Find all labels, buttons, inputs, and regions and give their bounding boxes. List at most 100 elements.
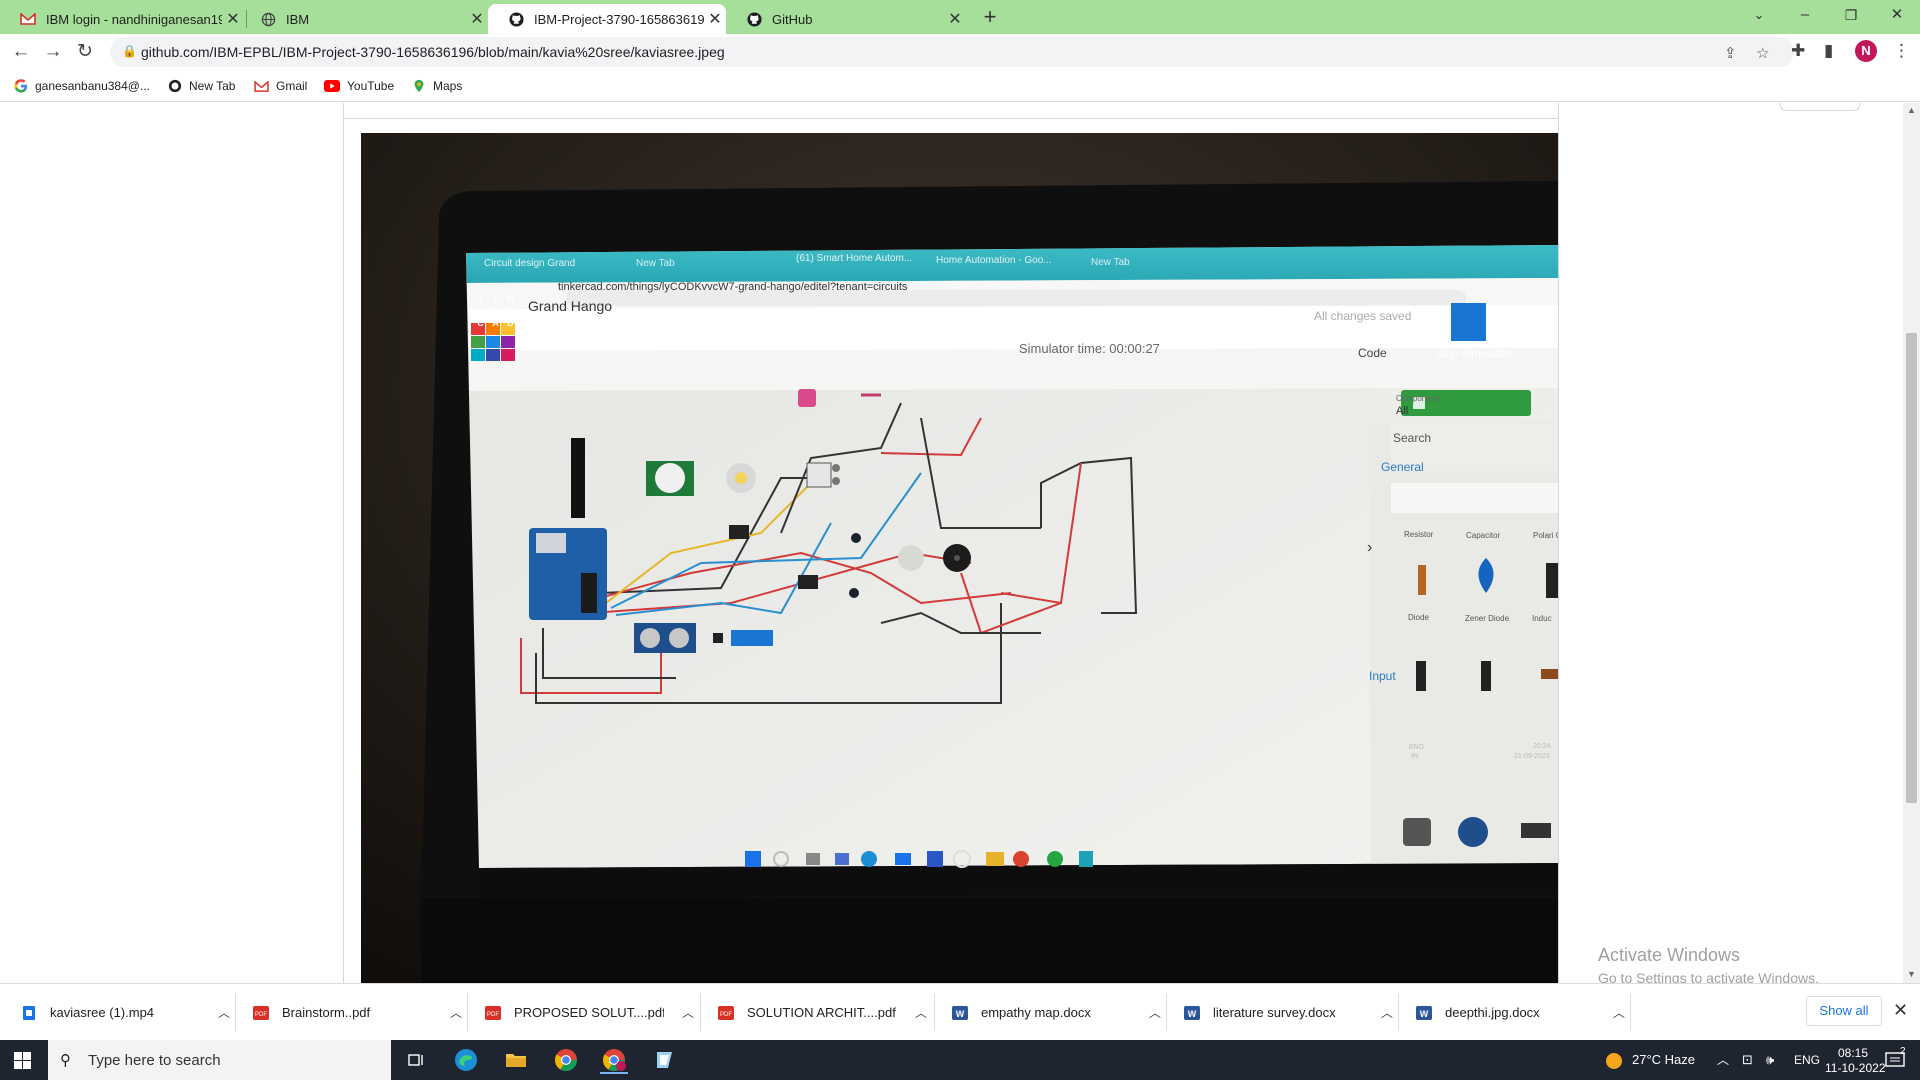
- task-view-icon[interactable]: [402, 1046, 430, 1074]
- show-all-button[interactable]: Show all: [1806, 996, 1882, 1026]
- close-icon[interactable]: ✕: [466, 9, 488, 29]
- bookmark-star-icon[interactable]: ☆: [1756, 44, 1769, 62]
- network-icon[interactable]: ⊡: [1742, 1040, 1753, 1080]
- taskbar-search[interactable]: ⚲ Type here to search: [48, 1040, 391, 1080]
- globe-icon: [260, 11, 276, 27]
- pdf-file-icon: PDF: [717, 1004, 735, 1022]
- minimize-button[interactable]: –: [1782, 0, 1828, 32]
- project-name: Grand Hango: [528, 298, 613, 314]
- lock-icon: 🔒: [122, 44, 137, 58]
- download-item[interactable]: PDF SOLUTION ARCHIT....pdf ︿: [697, 984, 927, 1041]
- download-item[interactable]: W literature survey.docx ︿: [1163, 984, 1393, 1041]
- chrome-profile-icon[interactable]: [600, 1046, 628, 1074]
- bookmark-label: ganesanbanu384@...: [35, 79, 150, 93]
- download-item[interactable]: PDF Brainstorm..pdf ︿: [232, 984, 462, 1041]
- scrollbar-thumb[interactable]: [1906, 333, 1917, 803]
- chevron-up-icon[interactable]: ︿: [218, 1004, 230, 1021]
- chevron-up-icon[interactable]: ︿: [1149, 1004, 1161, 1021]
- tab-title: GitHub: [772, 11, 813, 27]
- scroll-up-icon[interactable]: ▲: [1904, 105, 1919, 115]
- bookmark-item[interactable]: New Tab: [168, 76, 235, 96]
- chevron-right-icon: ›: [1367, 539, 1373, 556]
- inner-tab: (61) Smart Home Autom...: [796, 253, 913, 264]
- clock-date[interactable]: 11-10-2022: [1825, 1048, 1886, 1088]
- download-item[interactable]: PDF PROPOSED SOLUT....pdf ︿: [464, 984, 694, 1041]
- volume-icon[interactable]: 🕪: [1766, 1040, 1774, 1080]
- input-label: Input: [1369, 669, 1396, 683]
- chevron-up-icon[interactable]: ︿: [450, 1004, 462, 1021]
- weather-text[interactable]: 27°C Haze: [1632, 1040, 1695, 1080]
- share-icon[interactable]: ⇪: [1724, 44, 1737, 62]
- tab-ibm-project[interactable]: IBM-Project-3790-1658636196/kavia ✕: [488, 4, 726, 34]
- page-content: Circuit design Grand New Tab (61) Smart …: [0, 103, 1920, 983]
- windows-taskbar: ⚲ Type here to search 27°C Haze ︿ ⊡ 🕪 EN…: [0, 1040, 1920, 1080]
- notification-count: 2: [1900, 1046, 1906, 1057]
- download-name: PROPOSED SOLUT....pdf: [514, 1005, 664, 1020]
- file-explorer-icon[interactable]: [502, 1046, 530, 1074]
- close-icon[interactable]: ✕: [1893, 1000, 1908, 1021]
- file-action-button[interactable]: [1780, 103, 1860, 111]
- chevron-up-icon[interactable]: ︿: [915, 1004, 927, 1021]
- chevron-up-icon[interactable]: ︿: [682, 1004, 694, 1021]
- download-name: literature survey.docx: [1213, 1005, 1336, 1020]
- part-label: Polari Capa: [1533, 531, 1558, 540]
- browser-toolbar: ← → ↻ 🔒 github.com/IBM-EPBL/IBM-Project-…: [0, 34, 1920, 70]
- download-name: deepthi.jpg.docx: [1445, 1005, 1540, 1020]
- scroll-down-icon[interactable]: ▼: [1904, 969, 1919, 979]
- download-name: kaviasree (1).mp4: [50, 1005, 155, 1020]
- tab-github[interactable]: GitHub ✕: [726, 4, 966, 34]
- avatar[interactable]: N: [1855, 40, 1877, 62]
- close-icon[interactable]: ✕: [944, 9, 966, 29]
- inner-tab: Home Automation - Goo...: [936, 255, 1052, 266]
- pdf-file-icon: PDF: [484, 1004, 502, 1022]
- inner-tab: New Tab: [1091, 257, 1130, 268]
- activate-windows-subtitle: Go to Settings to activate Windows.: [1598, 970, 1819, 983]
- bookmark-item[interactable]: YouTube: [324, 76, 394, 96]
- back-button[interactable]: ←: [8, 40, 34, 66]
- chrome-icon[interactable]: [552, 1046, 580, 1074]
- download-shelf: kaviasree (1).mp4 ︿ PDF Brainstorm..pdf …: [0, 983, 1920, 1040]
- new-tab-button[interactable]: +: [976, 4, 1004, 32]
- svg-text:PDF: PDF: [487, 1012, 499, 1018]
- tab-ibm-login[interactable]: IBM login - nandhiniganesan1910 ✕: [0, 4, 244, 34]
- file-header-bar: [343, 103, 1860, 119]
- forward-button[interactable]: →: [40, 40, 66, 66]
- chevron-up-icon[interactable]: ︿: [1381, 1004, 1393, 1021]
- gmail-icon: [254, 80, 269, 92]
- close-icon[interactable]: ✕: [704, 9, 726, 29]
- bookmark-label: Maps: [433, 79, 463, 93]
- download-item[interactable]: W deepthi.jpg.docx ︿: [1395, 984, 1625, 1041]
- chevron-up-icon[interactable]: ︿: [1717, 1040, 1729, 1080]
- word-file-icon: W: [951, 1004, 969, 1022]
- globe-icon: [168, 79, 182, 93]
- code-button: Code: [1358, 346, 1387, 360]
- reload-button[interactable]: ↻: [72, 40, 98, 66]
- bookmark-item[interactable]: Gmail: [254, 76, 307, 96]
- extensions-icon[interactable]: ✚: [1791, 41, 1805, 61]
- close-window-button[interactable]: ✕: [1874, 0, 1920, 32]
- windows-start-icon[interactable]: [14, 1052, 31, 1069]
- bookmark-label: YouTube: [347, 79, 395, 93]
- edge-icon[interactable]: [452, 1046, 480, 1074]
- bookmark-label: New Tab: [189, 79, 236, 93]
- tab-ibm[interactable]: IBM ✕: [240, 4, 488, 34]
- bookmark-item[interactable]: ganesanbanu384@...: [14, 76, 150, 96]
- maps-icon: [412, 79, 426, 93]
- chevron-up-icon[interactable]: ︿: [1613, 1004, 1625, 1021]
- bookmark-item[interactable]: Maps: [412, 76, 462, 96]
- download-item[interactable]: W empathy map.docx ︿: [931, 984, 1161, 1041]
- weather-icon[interactable]: [1604, 1040, 1624, 1080]
- address-bar[interactable]: 🔒 github.com/IBM-EPBL/IBM-Project-3790-1…: [110, 37, 1794, 67]
- part-label: Zener Diode: [1465, 614, 1510, 623]
- side-panel-icon[interactable]: ▮: [1824, 41, 1833, 61]
- tab-title: IBM-Project-3790-1658636196/kavia: [534, 11, 704, 27]
- restore-button[interactable]: ❐: [1828, 0, 1874, 32]
- menu-icon[interactable]: ⋮: [1893, 41, 1910, 61]
- app-icon[interactable]: [650, 1046, 678, 1074]
- tinkercad-logo: TIN KER CAD: [477, 294, 514, 328]
- language-indicator[interactable]: ENG: [1794, 1040, 1820, 1080]
- bookmarks-bar: ganesanbanu384@... New Tab Gmail YouTube…: [0, 70, 1920, 102]
- svg-text:PDF: PDF: [255, 1012, 267, 1018]
- tab-search-icon[interactable]: ⌄: [1736, 0, 1782, 32]
- download-item[interactable]: kaviasree (1).mp4 ︿: [0, 984, 230, 1041]
